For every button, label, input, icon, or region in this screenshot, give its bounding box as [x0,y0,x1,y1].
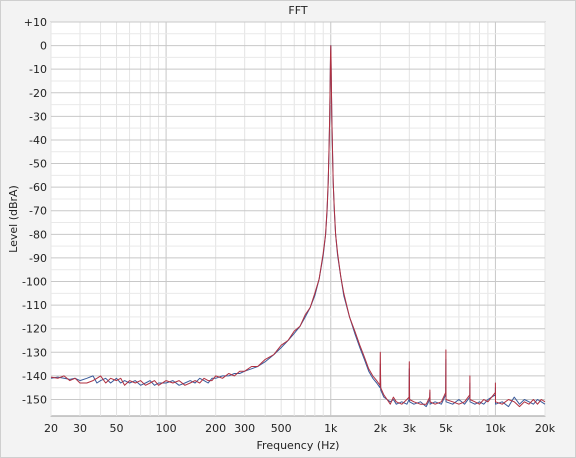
y-tick-label: -120 [22,323,47,336]
y-tick-label: -110 [22,299,47,312]
y-tick-label: -70 [29,205,47,218]
x-tick-label: 5k [439,422,453,435]
x-tick-label: 20k [535,422,556,435]
x-axis-label: Frequency (Hz) [257,439,340,452]
y-tick-label: +10 [24,16,47,29]
y-tick-label: -80 [29,228,47,241]
x-tick-label: 100 [156,422,177,435]
chart-title: FFT [288,4,307,17]
y-tick-label: -90 [29,252,47,265]
x-tick-label: 50 [110,422,124,435]
y-tick-label: -150 [22,393,47,406]
x-tick-label: 3k [403,422,417,435]
y-tick-label: -100 [22,276,47,289]
y-axis-label: Level (dBrA) [7,185,20,253]
y-tick-label: -50 [29,158,47,171]
y-tick-label: -40 [29,134,47,147]
y-tick-label: -20 [29,87,47,100]
x-tick-label: 1k [324,422,338,435]
y-tick-label: -10 [29,63,47,76]
y-tick-label: -130 [22,346,47,359]
fft-chart: FFT +10 0 -10 -20 -30 -40 -50 -60 -70 -80 -90 -100 -… [7,4,556,452]
y-tick-label: -60 [29,181,47,194]
x-tick-label: 30 [73,422,87,435]
y-tick-label: 0 [40,40,47,53]
y-axis-ticks: +10 0 -10 -20 -30 -40 -50 -60 -70 -80 -90 -100 -110 -… [22,16,47,406]
x-axis-ticks: 20 30 50 100 200 300 500 1k 2k 3k 5k 10k 20k [44,422,556,435]
x-tick-label: 300 [234,422,255,435]
x-tick-label: 2k [374,422,388,435]
y-tick-label: -30 [29,110,47,123]
x-tick-label: 20 [44,422,58,435]
x-tick-label: 200 [205,422,226,435]
y-tick-label: -140 [22,370,47,383]
x-tick-label: 500 [271,422,292,435]
x-tick-label: 10k [485,422,506,435]
